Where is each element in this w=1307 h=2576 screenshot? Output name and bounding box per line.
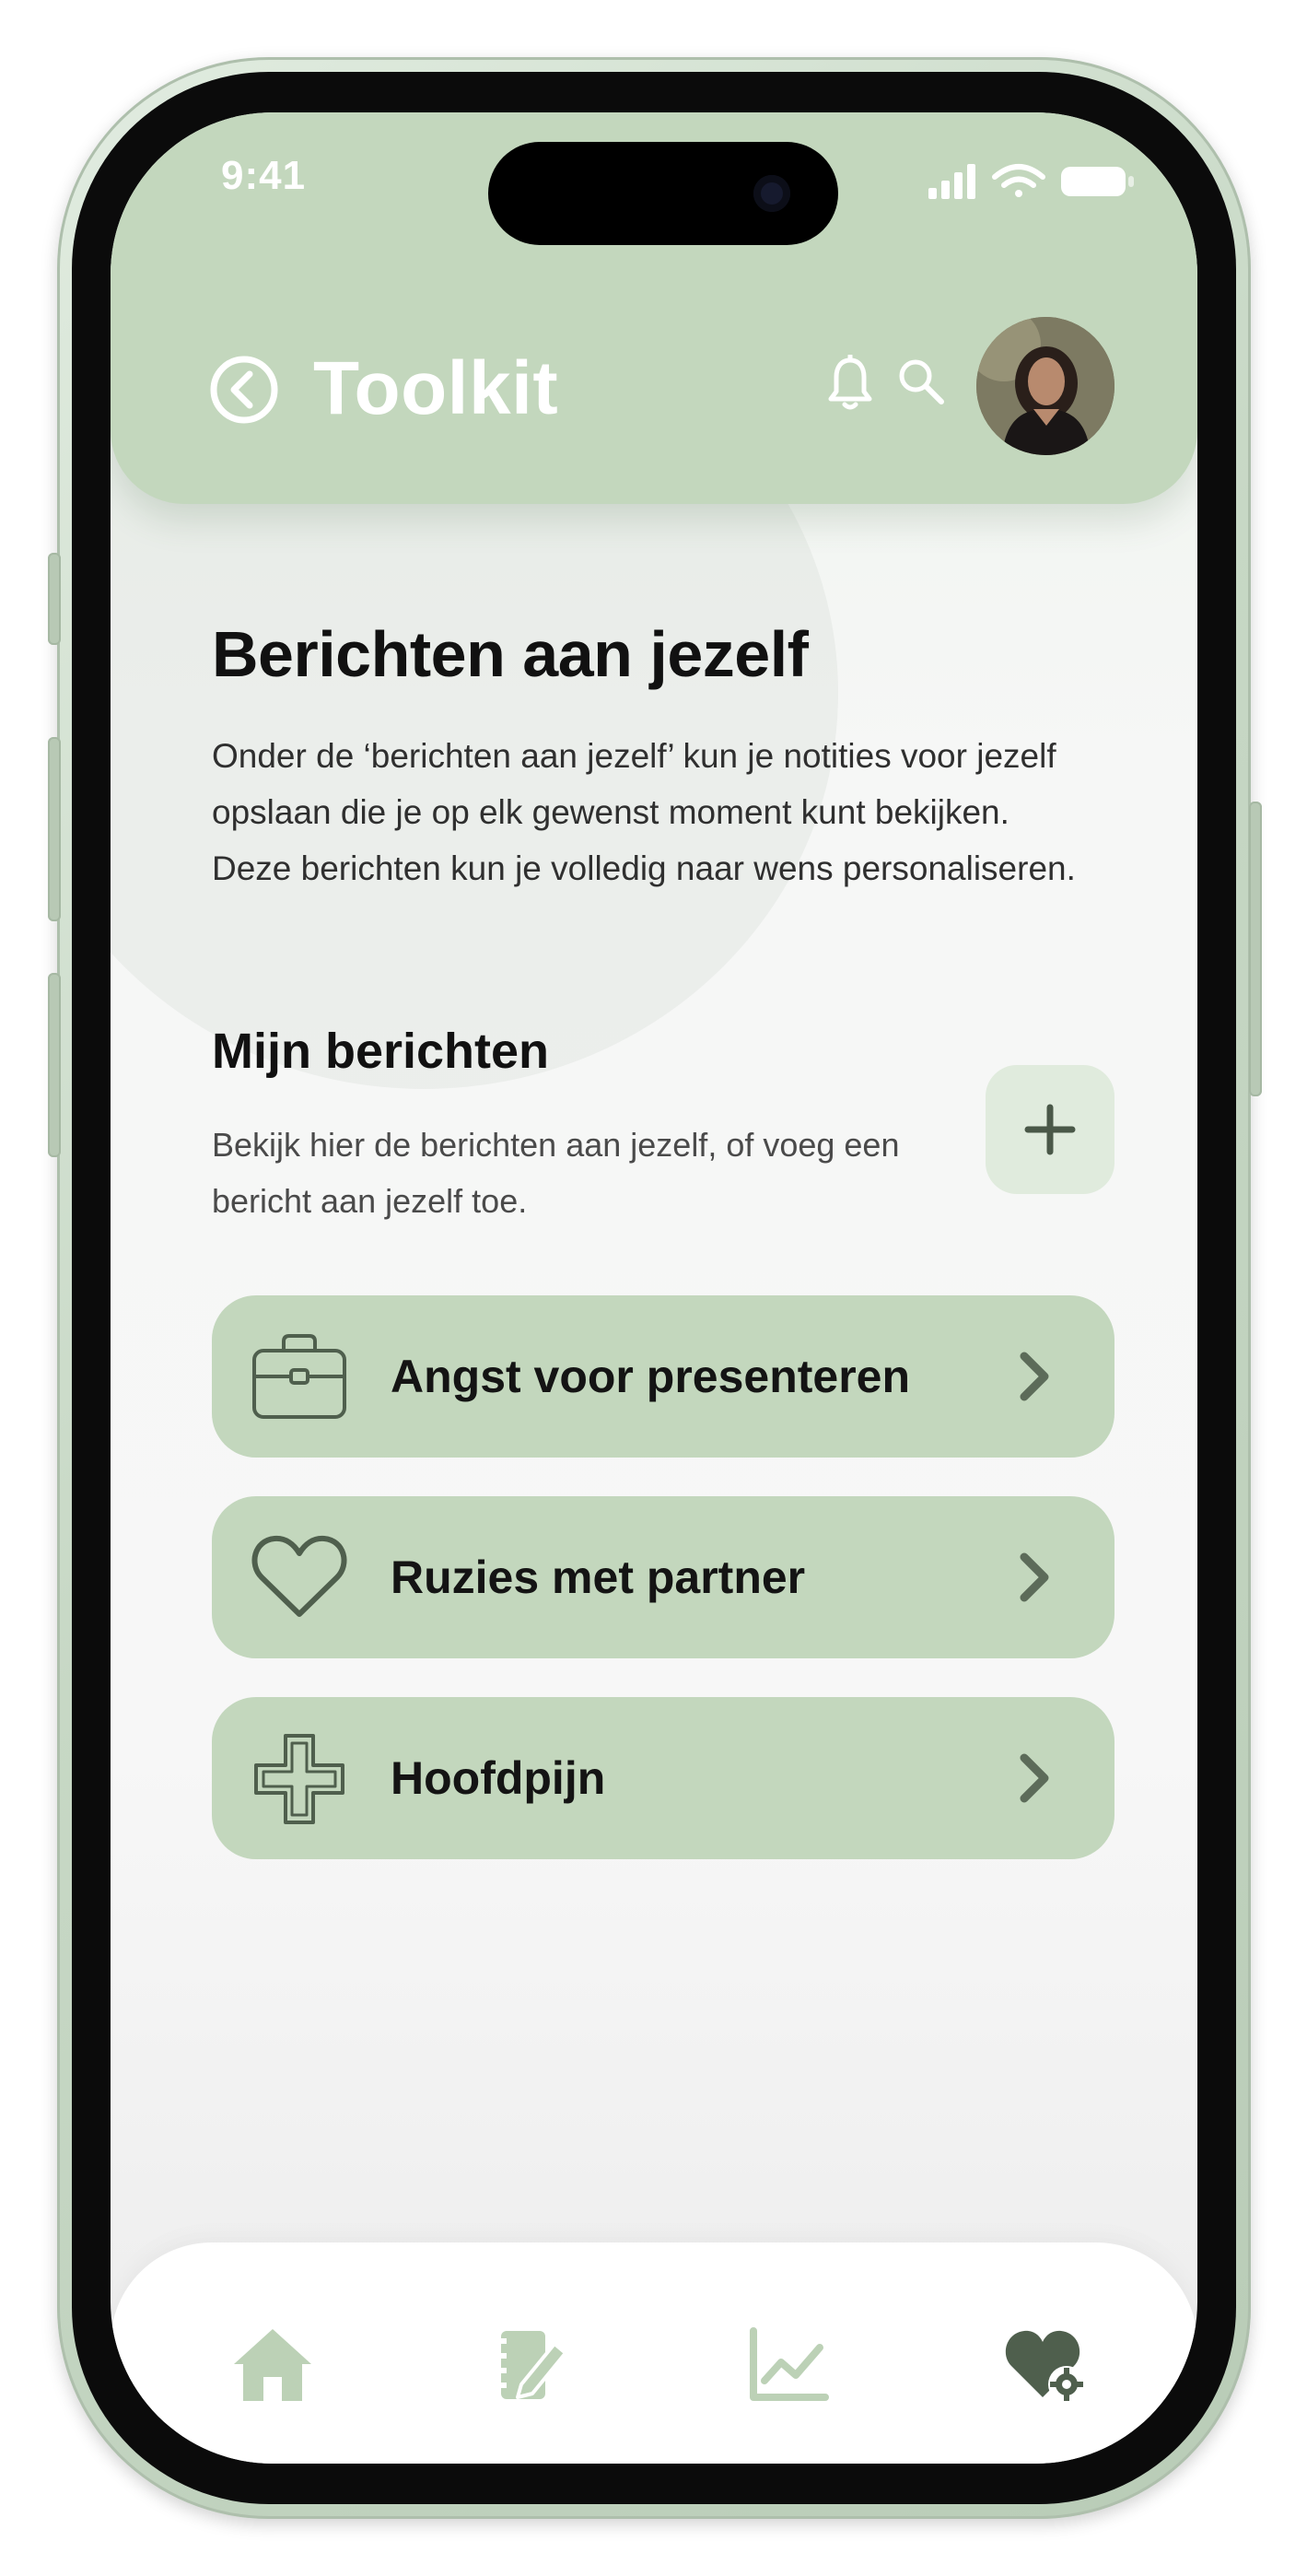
- wifi-icon: [992, 164, 1045, 197]
- section-description: Onder de ‘berichten aan jezelf’ kun je n…: [212, 737, 1076, 887]
- nav-toolkit[interactable]: [1004, 2324, 1092, 2406]
- screen: 9:41 Toolkit Berichten aan jezelf Onder …: [111, 112, 1197, 2464]
- device-mockup: 9:41 Toolkit Berichten aan jezelf Onder …: [0, 0, 1307, 2576]
- chart-line-icon: [750, 2327, 829, 2401]
- signal-icon: [928, 164, 975, 199]
- heart-icon: [251, 1531, 348, 1623]
- nav-journal[interactable]: [486, 2324, 575, 2406]
- search-icon[interactable]: [895, 356, 947, 407]
- bottom-navigation: [111, 2242, 1197, 2464]
- heart-settings-icon: [1005, 2330, 1085, 2403]
- nav-progress[interactable]: [744, 2324, 833, 2406]
- status-icons: [928, 158, 1149, 205]
- nav-home[interactable]: [228, 2324, 317, 2406]
- message-card-label: Hoofdpijn: [391, 1752, 606, 1804]
- front-camera: [753, 175, 790, 212]
- message-card-label: Angst voor presenteren: [391, 1351, 911, 1402]
- plus-icon: [1024, 1104, 1076, 1155]
- chevron-right-icon: [1006, 1548, 1061, 1607]
- message-card-angst-voor-presenteren[interactable]: Angst voor presenteren: [212, 1295, 1114, 1458]
- message-card-ruzies-met-partner[interactable]: Ruzies met partner: [212, 1496, 1114, 1658]
- journal-edit-icon: [496, 2331, 567, 2399]
- volume-up-button: [48, 737, 61, 921]
- dynamic-island: [488, 142, 838, 245]
- message-card-label: Ruzies met partner: [391, 1551, 806, 1603]
- page-title: Toolkit: [313, 346, 559, 430]
- back-circle-icon[interactable]: [208, 354, 280, 426]
- volume-down-button: [48, 973, 61, 1157]
- medical-cross-icon: [251, 1732, 348, 1824]
- messages-description: Bekijk hier de berichten aan jezelf, of …: [212, 1126, 900, 1220]
- status-time: 9:41: [221, 153, 307, 198]
- bell-icon[interactable]: [825, 353, 875, 414]
- briefcase-icon: [251, 1330, 348, 1423]
- message-card-hoofdpijn[interactable]: Hoofdpijn: [212, 1697, 1114, 1859]
- section-title: Berichten aan jezelf: [212, 618, 809, 690]
- messages-title: Mijn berichten: [212, 1024, 550, 1079]
- action-button: [48, 553, 61, 645]
- chevron-right-icon: [1006, 1749, 1061, 1808]
- battery-icon: [1061, 167, 1134, 196]
- power-button: [1249, 802, 1262, 1096]
- header: 9:41 Toolkit: [111, 112, 1197, 504]
- add-message-button[interactable]: [986, 1065, 1114, 1194]
- chevron-right-icon: [1006, 1347, 1061, 1406]
- avatar[interactable]: [976, 317, 1114, 455]
- home-icon: [234, 2329, 311, 2401]
